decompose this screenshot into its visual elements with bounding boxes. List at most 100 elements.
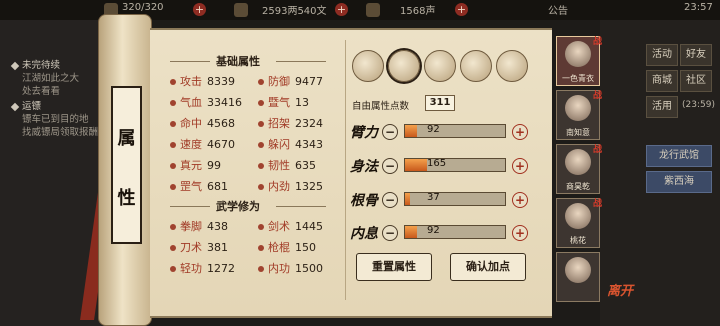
section-divider: [276, 206, 326, 207]
stat-attack: 攻击 8339: [170, 73, 235, 89]
stat-bullet-icon: [170, 79, 176, 85]
stat-bullet-icon: [170, 224, 176, 230]
confirm-points-button[interactable]: 确认加点: [450, 253, 526, 281]
character-card[interactable]: 战 一色青衣: [556, 36, 602, 86]
event-button[interactable]: 活用: [646, 96, 678, 118]
constitution-bar: 37: [404, 192, 506, 206]
quest-desc: 找威镖局领取报酬: [22, 127, 99, 138]
battle-badge: 战: [592, 37, 602, 47]
breath-value: 92: [427, 225, 440, 236]
breath-bar: 92: [404, 225, 506, 239]
strength-minus-button[interactable]: −: [382, 124, 398, 140]
character-name: 南知意: [566, 128, 590, 137]
section-divider: [170, 206, 210, 207]
community-button[interactable]: 社区: [680, 70, 712, 92]
activity-button[interactable]: 活动: [646, 44, 678, 66]
constitution-minus-button[interactable]: −: [382, 192, 398, 208]
character-portrait: [565, 95, 591, 121]
stat-bullet-icon: [258, 184, 264, 190]
stat-true-essence: 真元 99: [170, 157, 221, 173]
character-card[interactable]: 战 南知意: [556, 90, 602, 140]
strength-attribute-icon[interactable]: [352, 50, 384, 82]
constitution-plus-button[interactable]: +: [512, 192, 528, 208]
agility-value: 165: [427, 158, 447, 169]
agility-label: 身法: [350, 159, 378, 175]
skill-fist: 拳脚 438: [170, 218, 228, 234]
character-card[interactable]: 战 桃花: [556, 198, 602, 248]
quest-desc: 镖车已到目的地: [22, 114, 89, 125]
breath-attribute-icon[interactable]: [460, 50, 492, 82]
west-sea-button[interactable]: 紫西海: [646, 171, 712, 193]
stat-bullet-icon: [170, 100, 176, 106]
character-portrait: [565, 257, 591, 283]
free-points-value: 311: [425, 95, 455, 111]
leave-button[interactable]: 离开: [607, 280, 633, 299]
stat-bullet-icon: [170, 245, 176, 251]
stat-qi: 暨气 13: [258, 94, 309, 110]
stat-defense: 防御 9477: [258, 73, 323, 89]
stat-bullet-icon: [170, 266, 176, 272]
stat-bullet-icon: [258, 100, 264, 106]
column-divider: [345, 40, 346, 300]
quest-title[interactable]: 运镖: [22, 100, 41, 113]
stat-bullet-icon: [258, 121, 264, 127]
skill-blade: 刀术 381: [170, 239, 228, 255]
constitution-value: 37: [427, 192, 440, 203]
stat-parry: 招架 2324: [258, 115, 323, 131]
breath-plus-button[interactable]: +: [512, 225, 528, 241]
stat-bullet-icon: [170, 142, 176, 148]
friends-button[interactable]: 好友: [680, 44, 712, 66]
money-value: 2593两540文: [262, 6, 327, 17]
battle-badge: 战: [592, 145, 602, 155]
breath-label: 内息: [350, 226, 378, 242]
strength-label: 臂力: [350, 125, 378, 141]
stat-bullet-icon: [258, 224, 264, 230]
shop-button[interactable]: 商城: [646, 70, 678, 92]
agility-minus-button[interactable]: −: [382, 158, 398, 174]
add-money-button[interactable]: +: [335, 3, 348, 16]
agility-bar: 165: [404, 158, 506, 172]
stat-toughness: 韧性 635: [258, 157, 316, 173]
breath-minus-button[interactable]: −: [382, 225, 398, 241]
stamina-value: 320/320: [122, 2, 164, 13]
stat-bullet-icon: [258, 245, 264, 251]
strength-value: 92: [427, 124, 440, 135]
agility-bar-fill: [405, 159, 427, 171]
clock: 23:57: [684, 2, 713, 13]
notice-button[interactable]: 公告: [548, 2, 568, 17]
stat-bullet-icon: [170, 163, 176, 169]
quest-title[interactable]: 未完待续: [22, 59, 60, 72]
character-name: 桃花: [570, 236, 586, 245]
quest-desc: 处去看看: [22, 86, 61, 97]
quest-desc: 江湖如此之大: [22, 73, 80, 84]
stat-bullet-icon: [170, 184, 176, 190]
stat-bullet-icon: [258, 266, 264, 272]
reset-attributes-button[interactable]: 重置属性: [356, 253, 432, 281]
add-reputation-button[interactable]: +: [455, 3, 468, 16]
coin-icon: [234, 3, 248, 17]
add-stamina-button[interactable]: +: [193, 3, 206, 16]
stat-bullet-icon: [170, 121, 176, 127]
martial-arts-title: 武学修为: [216, 200, 260, 213]
character-card[interactable]: 战 商昊乾: [556, 144, 602, 194]
strength-bar-fill: [405, 125, 417, 137]
strength-bar: 92: [404, 124, 506, 138]
section-divider: [276, 61, 326, 62]
stat-dodge: 躲闪 4343: [258, 136, 323, 152]
agility-plus-button[interactable]: +: [512, 158, 528, 174]
skill-sword: 剑术 1445: [258, 218, 323, 234]
character-card[interactable]: [556, 252, 600, 302]
strength-plus-button[interactable]: +: [512, 124, 528, 140]
reputation-icon: [366, 3, 380, 17]
panel-title-plaque: 属 性: [111, 86, 142, 244]
agility-attribute-icon[interactable]: [388, 50, 420, 82]
skill-spear: 枪棍 150: [258, 239, 316, 255]
constitution-attribute-icon[interactable]: [424, 50, 456, 82]
elixir-attribute-icon[interactable]: [496, 50, 528, 82]
stat-hp: 气血 33416: [170, 94, 242, 110]
reputation-value: 1568声: [400, 6, 436, 17]
skill-lightness: 轻功 1272: [170, 260, 235, 276]
dragon-school-button[interactable]: 龙行武馆: [646, 145, 712, 167]
stat-bullet-icon: [258, 142, 264, 148]
character-portrait: [565, 149, 591, 175]
